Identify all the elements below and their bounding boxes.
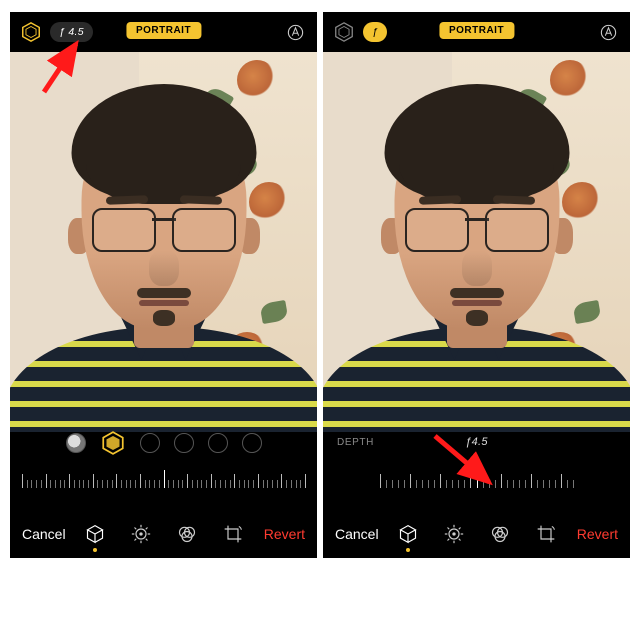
bottom-bar: Cancel Revert	[323, 510, 630, 558]
markup-icon[interactable]	[286, 23, 305, 42]
lighting-style-selected[interactable]	[100, 430, 126, 456]
lighting-style-natural[interactable]	[66, 433, 86, 453]
lighting-style-option[interactable]	[140, 433, 160, 453]
cancel-button[interactable]: Cancel	[323, 526, 391, 542]
lighting-style-option[interactable]	[174, 433, 194, 453]
screenshot-left: ƒ 4.5 PORTRAIT	[10, 12, 317, 558]
revert-button[interactable]: Revert	[252, 526, 317, 542]
tool-icons	[85, 524, 243, 544]
screenshot-right: ƒ PORTRAIT	[323, 12, 630, 558]
depth-row: DEPTH ƒ4.5	[323, 432, 630, 452]
subject-glasses	[405, 208, 549, 250]
crop-rotate-icon[interactable]	[536, 524, 556, 544]
photo-preview	[10, 52, 317, 432]
aperture-pill[interactable]: ƒ 4.5	[50, 22, 93, 42]
depth-slider[interactable]	[335, 466, 618, 496]
revert-button[interactable]: Revert	[565, 526, 630, 542]
active-indicator-dot	[93, 548, 97, 552]
mode-badge[interactable]: PORTRAIT	[126, 22, 201, 39]
crop-rotate-icon[interactable]	[223, 524, 243, 544]
lighting-hexagon-icon[interactable]	[333, 21, 355, 43]
aperture-pill[interactable]: ƒ	[363, 22, 387, 42]
depth-value: ƒ4.5	[465, 436, 488, 448]
bottom-bar: Cancel Revert	[10, 510, 317, 558]
adjust-dial-icon[interactable]	[444, 524, 464, 544]
lighting-style-option[interactable]	[242, 433, 262, 453]
intensity-slider[interactable]	[22, 466, 305, 496]
subject-glasses	[92, 208, 236, 250]
lighting-hexagon-icon[interactable]	[20, 21, 42, 43]
filters-icon[interactable]	[177, 524, 197, 544]
adjust-dial-icon[interactable]	[131, 524, 151, 544]
photo-preview	[323, 52, 630, 432]
portrait-cube-icon[interactable]	[398, 524, 418, 544]
cancel-button[interactable]: Cancel	[10, 526, 78, 542]
tool-icons	[398, 524, 556, 544]
top-bar: ƒ PORTRAIT	[323, 12, 630, 52]
comparison-stage: ƒ 4.5 PORTRAIT	[0, 0, 640, 640]
mode-badge[interactable]: PORTRAIT	[439, 22, 514, 39]
lighting-styles-row[interactable]	[10, 426, 317, 460]
portrait-cube-icon[interactable]	[85, 524, 105, 544]
active-indicator-dot	[406, 548, 410, 552]
depth-label: DEPTH	[337, 437, 374, 448]
top-bar: ƒ 4.5 PORTRAIT	[10, 12, 317, 52]
lighting-style-option[interactable]	[208, 433, 228, 453]
filters-icon[interactable]	[490, 524, 510, 544]
markup-icon[interactable]	[599, 23, 618, 42]
